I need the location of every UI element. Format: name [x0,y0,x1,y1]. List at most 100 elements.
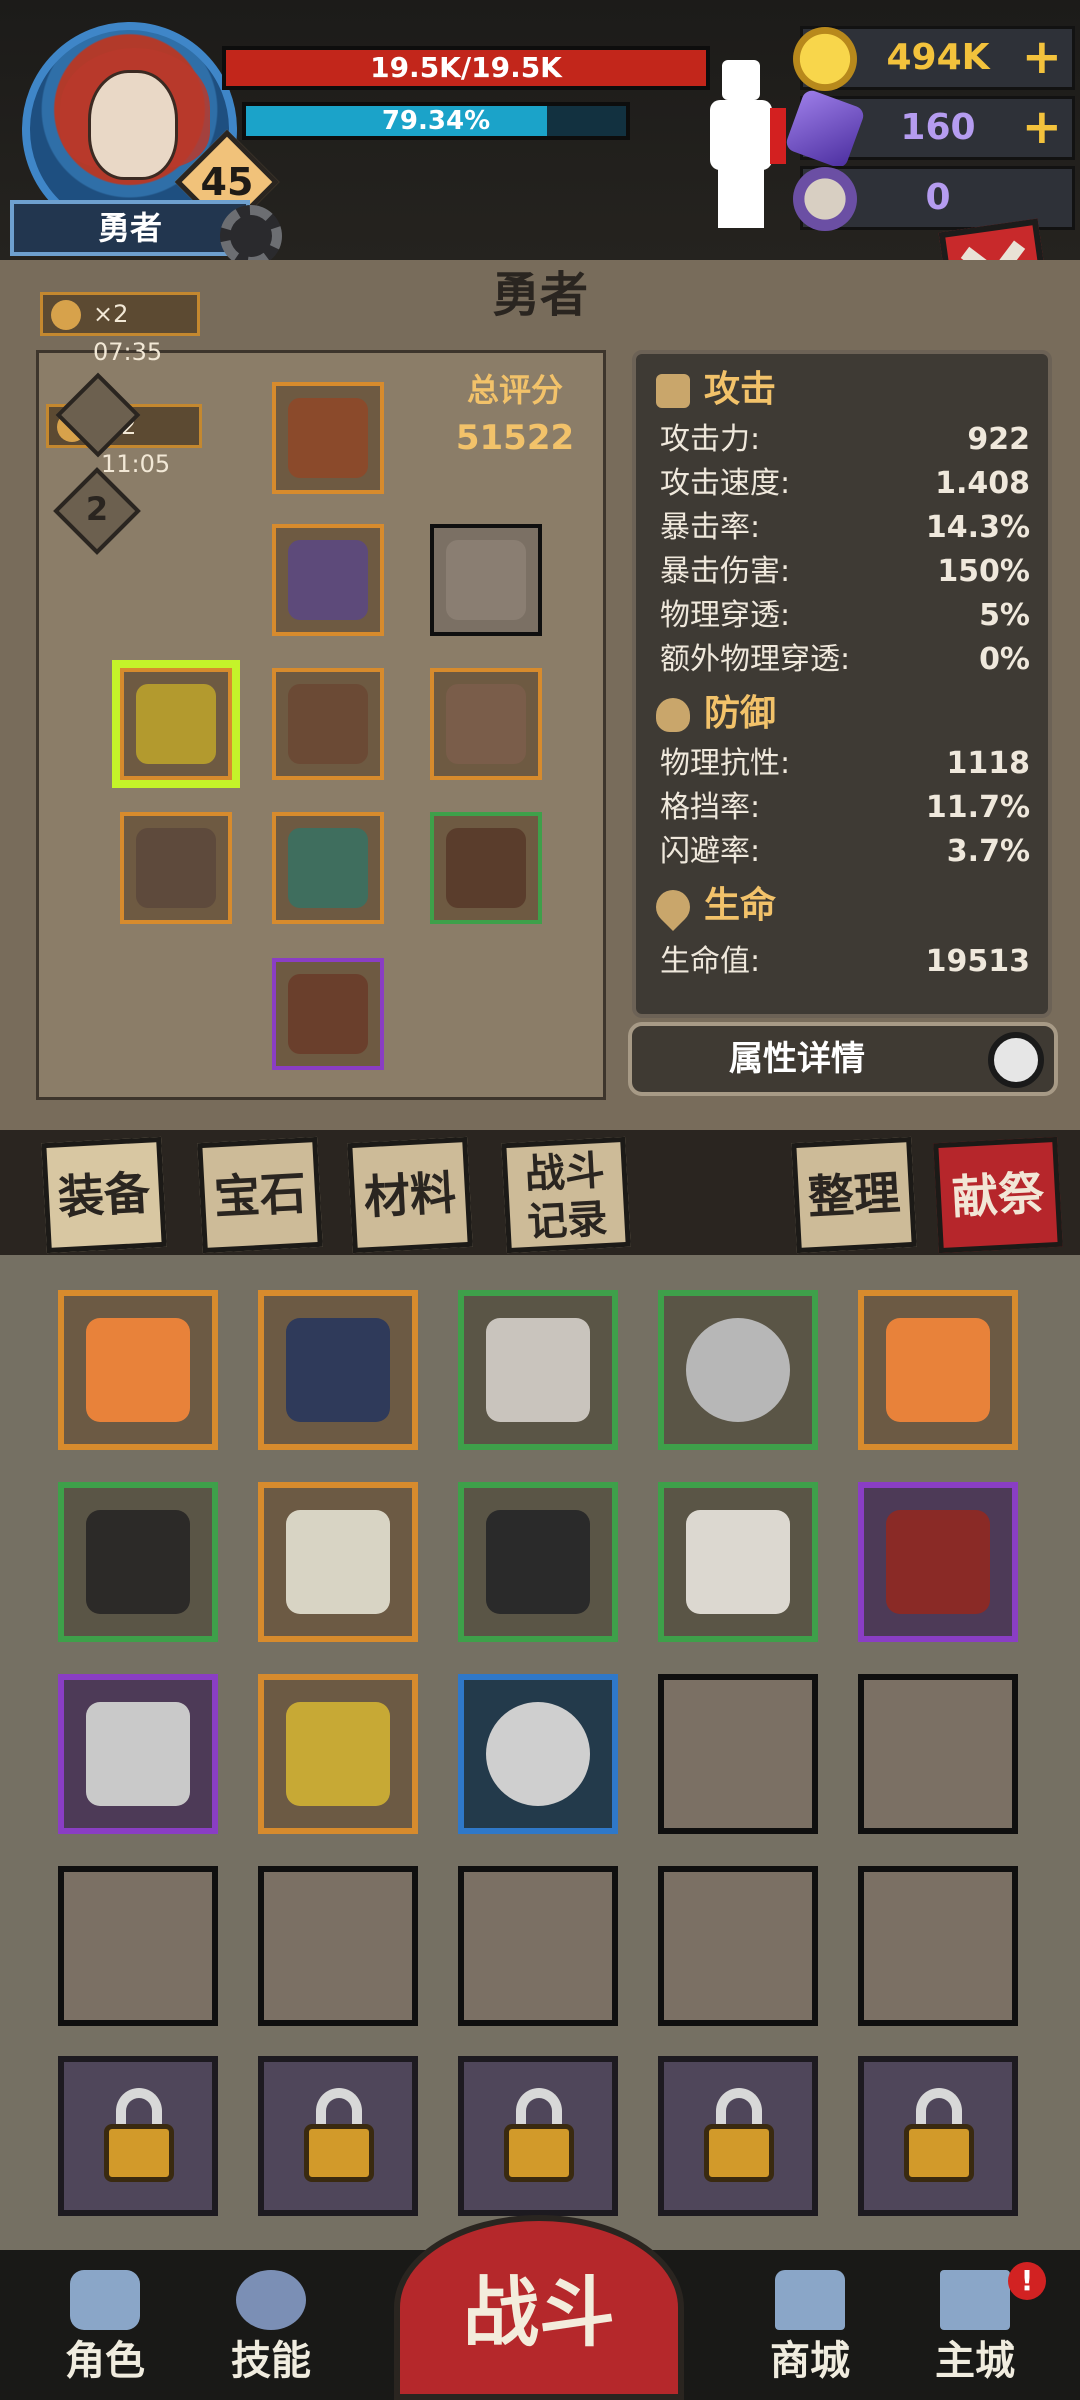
tab-battle-log[interactable]: 战斗记录 [501,1136,631,1254]
inventory-slot[interactable] [58,1482,218,1642]
tab-gems[interactable]: 宝石 [197,1136,323,1254]
dark-coat-icon [86,1510,190,1614]
equip-slot-belt[interactable] [272,668,384,780]
score-value: 51522 [455,418,575,458]
inventory-slot-empty[interactable] [658,1674,818,1834]
cowboy-hat-icon [288,398,368,478]
inventory-slot-locked[interactable] [858,2056,1018,2216]
curved-dagger-icon [286,1510,390,1614]
inventory-slot[interactable] [658,1290,818,1450]
stat-value: 150% [937,554,1030,589]
inventory-slot-empty[interactable] [258,1866,418,2026]
equip-slot-shield[interactable] [430,812,542,924]
bandage-wrap-icon [686,1510,790,1614]
leather-shoes-icon [288,974,368,1054]
inventory-slot[interactable] [258,1290,418,1450]
stat-row: 物理抗性: 1118 [660,742,1030,786]
xp-bar: 79.34% [242,102,630,140]
inventory-slot[interactable] [858,1482,1018,1642]
inventory-slot[interactable] [258,1674,418,1834]
inventory-slot-empty[interactable] [658,1866,818,2026]
sacrifice-button[interactable]: 献祭 [933,1136,1063,1254]
gold-value: 494K [886,37,990,78]
stat-row: 格挡率: 11.7% [660,786,1030,830]
inventory-slot-empty[interactable] [58,1866,218,2026]
stat-row: 攻击速度: 1.408 [660,462,1030,506]
necklace-icon [446,684,526,764]
inventory-slot[interactable] [458,1482,618,1642]
battle-label: 战斗 [463,2268,615,2357]
inventory-slot-locked[interactable] [58,2056,218,2216]
sort-button[interactable]: 整理 [791,1136,917,1254]
life-section-header: 生命 [648,882,777,932]
buff-timer-1[interactable]: ×2 07:35 [40,292,200,366]
battle-button[interactable]: 战斗 [394,2215,684,2400]
equip-slot-helmet[interactable] [272,382,384,494]
shield-icon [656,698,690,732]
add-gold-button[interactable]: + [1022,29,1062,85]
stat-label: 攻击速度: [660,466,791,501]
stat-label: 物理穿透: [660,598,791,633]
equip-slot-pants[interactable] [272,812,384,924]
inventory-slot-locked[interactable] [458,2056,618,2216]
attack-header-label: 攻击 [704,369,777,410]
nav-shop-label: 商城 [770,2338,850,2384]
inventory-slot[interactable] [58,1290,218,1450]
inventory-slot-empty[interactable] [458,1866,618,2026]
stat-row: 闪避率: 3.7% [660,830,1030,874]
life-header-label: 生命 [704,885,777,926]
flaming-torch-icon [886,1318,990,1422]
silver-ring-icon [486,1702,590,1806]
score-label: 总评分 [466,371,563,409]
tab-equipment[interactable]: 装备 [41,1136,167,1254]
inventory-slot[interactable] [458,1674,618,1834]
diamond-ring-icon [686,1318,790,1422]
equip-slot-bracer[interactable] [120,668,232,780]
nav-main-city-label: 主城 [935,2338,1015,2384]
armor-body [710,100,772,170]
equip-slot-necklace[interactable] [430,668,542,780]
inventory-slot[interactable] [858,1290,1018,1450]
equip-slot-shoes[interactable] [272,958,384,1070]
inventory-slot-locked[interactable] [258,2056,418,2216]
nav-shop[interactable]: 商城 [735,2270,885,2395]
inventory-slot[interactable] [458,1290,618,1450]
armor-silhouette-icon[interactable] [700,60,786,230]
hero-name: 勇者 [10,200,250,256]
stat-label: 闪避率: [660,834,761,869]
lock-body [304,2124,374,2182]
inventory-slot-empty[interactable] [858,1674,1018,1834]
stat-label: 物理抗性: [660,746,791,781]
inventory-slot-empty[interactable] [858,1866,1018,2026]
tab-materials[interactable]: 材料 [347,1136,473,1254]
nav-character[interactable]: 角色 [30,2270,180,2395]
hp-text: 19.5K/19.5K [370,51,562,84]
ram-skull-icon [793,167,857,231]
inventory-slot[interactable] [258,1482,418,1642]
hp-bar: 19.5K/19.5K [222,46,710,90]
settings-gear-icon[interactable] [220,205,282,267]
equip-slot-armor[interactable] [272,524,384,636]
panel-title: 勇者 [491,267,588,323]
buff-timer-1-text: ×2 07:35 [93,300,163,366]
armor-legs [718,168,764,228]
equip-slot-cape[interactable] [430,524,542,636]
inventory-slot[interactable] [58,1674,218,1834]
inventory-slot-locked[interactable] [658,2056,818,2216]
add-gem-button[interactable]: + [1022,99,1062,155]
inventory-slot[interactable] [658,1482,818,1642]
gem-counter: 160 + [783,87,1075,171]
gem-value: 160 [900,107,976,148]
gold-counter: 494K + [793,26,1075,91]
shop-tent-icon [775,2270,845,2330]
stat-value: 14.3% [925,510,1030,545]
spiked-belt-icon [288,684,368,764]
stat-label: 暴击率: [660,510,761,545]
equip-slot-weapon[interactable] [120,812,232,924]
stat-value: 5% [979,598,1030,633]
nav-skills[interactable]: 技能 [196,2270,346,2395]
nav-skills-label: 技能 [231,2338,311,2384]
attribute-details-button[interactable]: 属性详情 [628,1022,1058,1096]
gold-coin-icon [793,27,857,91]
stat-value: 11.7% [925,790,1030,825]
